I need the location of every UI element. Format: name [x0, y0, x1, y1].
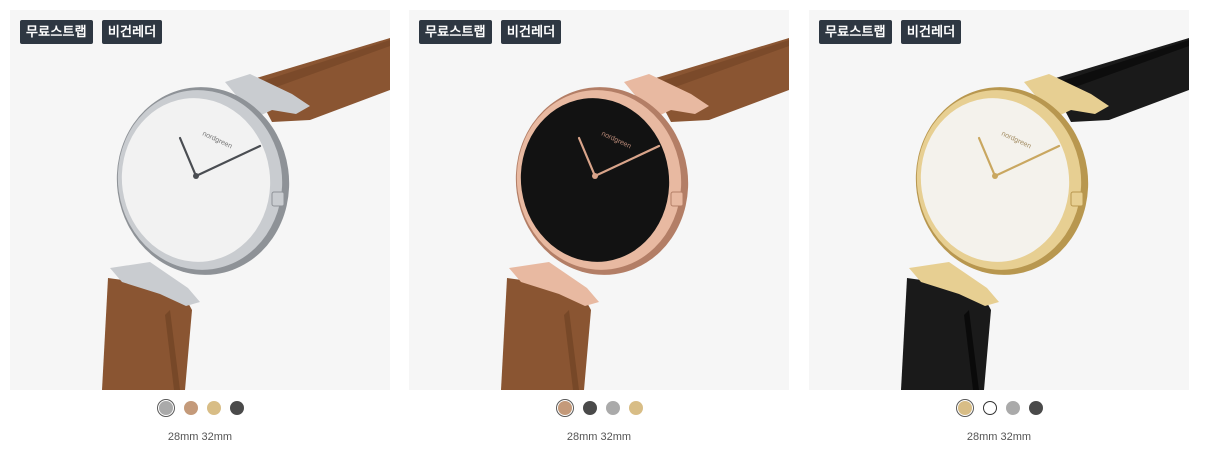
free-strap-badge: 무료스트랩	[819, 20, 892, 44]
watch-image: nordgreen	[501, 38, 789, 390]
size-options: 28mm 32mm	[167, 431, 233, 443]
free-strap-badge: 무료스트랩	[419, 20, 492, 44]
color-swatch-selected[interactable]	[955, 399, 974, 417]
watch-image: nordgreen	[901, 38, 1189, 390]
product-card[interactable]: nordgreen 무료스트랩 비건레더 28mm 32mm	[409, 10, 789, 450]
color-swatch[interactable]	[183, 401, 198, 415]
color-swatch[interactable]	[628, 401, 643, 415]
product-image[interactable]: nordgreen 무료스트랩 비건레더	[809, 10, 1189, 390]
size-options: 28mm 32mm	[566, 431, 632, 443]
product-card[interactable]: nordgreen 무료스트랩 비건레더 28mm 32mm	[10, 10, 390, 450]
color-swatch[interactable]	[1028, 401, 1043, 415]
product-image[interactable]: nordgreen 무료스트랩 비건레더	[409, 10, 789, 390]
product-card[interactable]: nordgreen 무료스트랩 비건레더 28mm 32mm	[809, 10, 1189, 450]
free-strap-badge: 무료스트랩	[20, 20, 93, 44]
swatch-fill	[557, 401, 572, 415]
color-swatch[interactable]	[229, 401, 244, 415]
badge-group: 무료스트랩 비건레더	[20, 20, 163, 44]
badge-group: 무료스트랩 비건레더	[819, 20, 962, 44]
color-swatch[interactable]	[605, 401, 620, 415]
color-swatch-selected[interactable]	[555, 399, 574, 417]
color-swatches	[10, 399, 390, 417]
badge-group: 무료스트랩 비건레더	[419, 20, 562, 44]
color-swatches	[809, 399, 1189, 417]
swatch-fill	[158, 401, 173, 415]
vegan-leather-badge: 비건레더	[900, 20, 962, 44]
color-swatches	[409, 399, 789, 417]
product-grid: nordgreen 무료스트랩 비건레더 28mm 32mm nordgreen 무…	[0, 0, 1210, 464]
vegan-leather-badge: 비건레더	[500, 20, 562, 44]
swatch-fill	[957, 401, 972, 415]
color-swatch-selected[interactable]	[156, 399, 175, 417]
watch-image: nordgreen	[102, 38, 390, 390]
color-swatch[interactable]	[582, 401, 597, 415]
color-swatch[interactable]	[1005, 401, 1020, 415]
color-swatch[interactable]	[982, 401, 997, 415]
size-options: 28mm 32mm	[966, 431, 1032, 443]
product-image[interactable]: nordgreen 무료스트랩 비건레더	[10, 10, 390, 390]
color-swatch[interactable]	[206, 401, 221, 415]
vegan-leather-badge: 비건레더	[101, 20, 163, 44]
